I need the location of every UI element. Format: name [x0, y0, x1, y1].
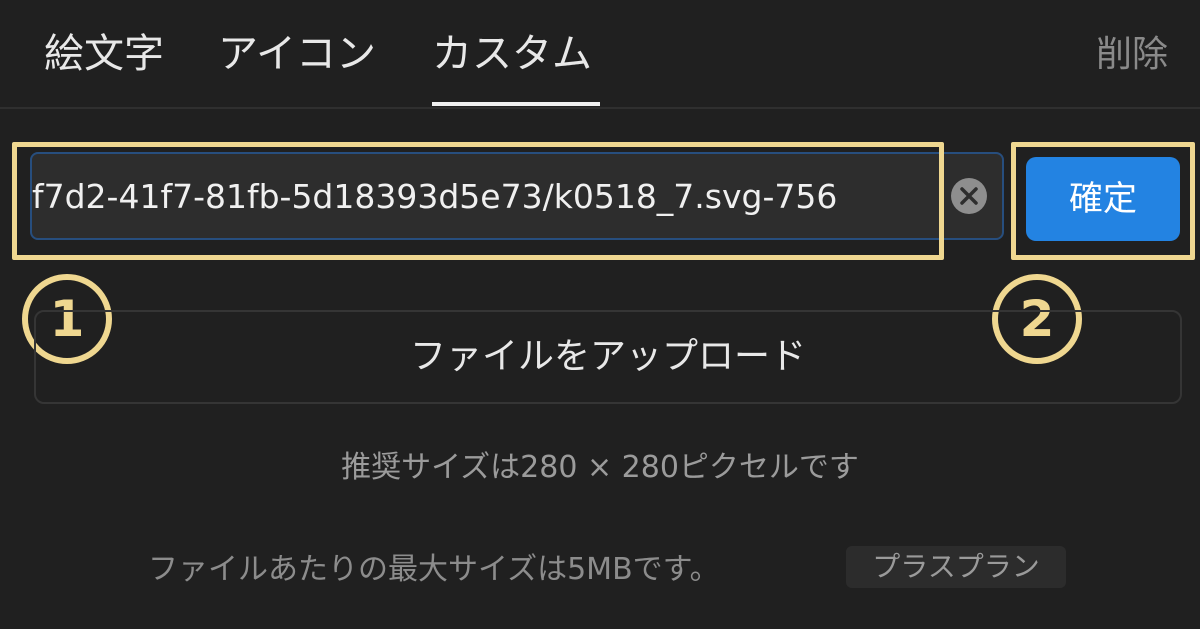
delete-button[interactable]: 削除	[1096, 32, 1168, 78]
tab-emoji[interactable]: 絵文字	[44, 28, 164, 80]
active-tab-indicator	[432, 102, 600, 106]
recommended-size-hint: 推奨サイズは280 × 280ピクセルです	[341, 450, 859, 485]
url-input-container	[30, 152, 1004, 240]
upload-file-button[interactable]: ファイルをアップロード	[34, 310, 1182, 404]
tab-icon[interactable]: アイコン	[218, 28, 376, 80]
plan-badge[interactable]: プラスプラン	[846, 546, 1066, 588]
confirm-button[interactable]: 確定	[1026, 157, 1180, 241]
url-input[interactable]	[32, 154, 942, 238]
tab-custom[interactable]: カスタム	[432, 28, 592, 80]
clear-icon[interactable]	[949, 176, 989, 216]
max-size-hint: ファイルあたりの最大サイズは5MBです。	[148, 552, 720, 587]
tab-bar: 絵文字 アイコン カスタム 削除	[0, 0, 1200, 109]
